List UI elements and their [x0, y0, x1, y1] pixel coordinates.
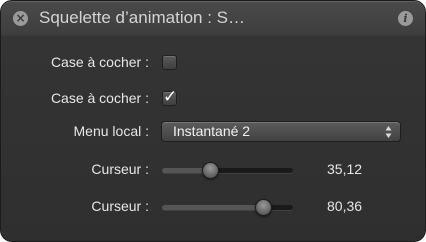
slider-fill-2	[162, 205, 263, 210]
title-bar[interactable]: × Squelette d’animation : S… i	[1, 1, 425, 35]
checkmark-icon: ✓	[163, 87, 178, 107]
slider-thumb-2[interactable]	[254, 199, 272, 216]
slider-track-1[interactable]	[162, 162, 293, 179]
up-down-arrows-icon	[385, 126, 392, 138]
hud-inspector-panel: × Squelette d’animation : S… i Case à co…	[0, 0, 426, 242]
checkbox-label-2: Case à cocher :	[50, 90, 149, 106]
popup-menu-value: Instantané 2	[173, 123, 251, 139]
info-icon[interactable]: i	[398, 11, 413, 26]
slider-value-1[interactable]: 35,12	[327, 161, 362, 177]
window-title: Squelette d’animation : S…	[39, 8, 246, 27]
checkbox-unchecked[interactable]	[162, 55, 177, 70]
popup-menu[interactable]: Instantané 2	[161, 121, 401, 142]
checkbox-checked[interactable]: ✓	[162, 87, 177, 107]
slider-label-2: Curseur :	[91, 198, 149, 214]
slider-thumb-1[interactable]	[202, 162, 220, 179]
slider-value-2[interactable]: 80,36	[327, 198, 362, 214]
checkbox-label-1: Case à cocher :	[50, 54, 149, 70]
close-icon[interactable]: ×	[13, 11, 28, 26]
popup-menu-label: Menu local :	[73, 123, 149, 139]
slider-track-2[interactable]	[162, 199, 293, 216]
slider-label-1: Curseur :	[91, 161, 149, 177]
